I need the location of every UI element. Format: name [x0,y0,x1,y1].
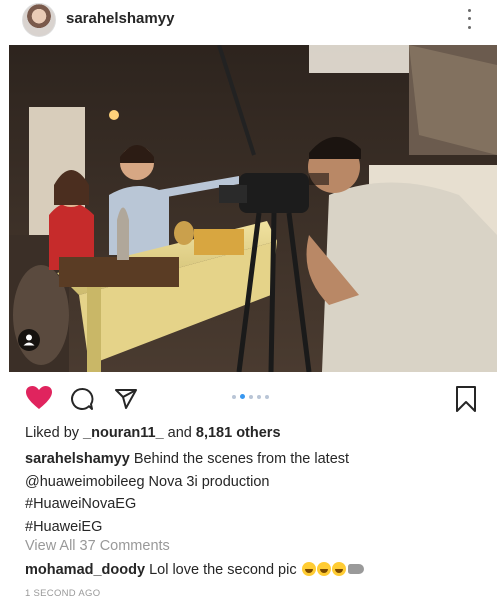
carousel-dot-active [240,394,245,399]
heart-icon[interactable] [25,385,53,411]
post-username[interactable]: sarahelshamyy [66,10,174,27]
carousel-indicator [232,394,269,399]
carousel-dot [257,394,261,399]
liker-username[interactable]: _nouran11_ [83,425,164,441]
post-header: sarahelshamyy [0,0,500,42]
caption-author[interactable]: sarahelshamyy [25,451,130,467]
likes-middle: and [163,425,196,441]
pointing-hand-icon [347,564,364,574]
carousel-dot [249,394,253,399]
likes-count[interactable]: 8,181 others [196,425,281,441]
carousel-dot [232,394,236,399]
laughing-emoji-icon [316,562,331,576]
caption-hashtag[interactable]: #HuaweiEG [25,516,480,539]
post-caption: sarahelshamyy Behind the scenes from the… [25,448,480,538]
laughing-emoji-icon [301,562,316,576]
save-icon[interactable] [455,385,477,413]
photo-scene [9,45,497,372]
laughing-emoji-icon [331,562,346,576]
profile-tag-icon[interactable] [18,329,40,351]
comment-text: Lol love the second pic [145,562,297,578]
comment-row: mohamad_doody Lol love the second pic [25,562,364,578]
carousel-dot [265,394,269,399]
caption-mention[interactable]: @huaweimobileeg Nova 3i production [25,471,480,494]
view-all-comments-link[interactable]: View All 37 Comments [25,538,170,554]
caption-text: Behind the scenes from the latest [129,451,350,467]
post-timestamp: 1 SECOND AGO [25,588,101,599]
post-photo[interactable] [9,45,497,372]
likes-prefix: Liked by [25,425,84,441]
comment-author[interactable]: mohamad_doody [25,562,145,578]
likes-summary[interactable]: Liked by _nouran11_ and 8,181 others [25,425,281,441]
instagram-post: sarahelshamyy Liked by _nouran11_ and 8,… [0,0,500,600]
comment-icon[interactable] [70,387,94,411]
caption-hashtag[interactable]: #HuaweiNovaEG [25,493,480,516]
more-icon[interactable] [463,6,475,32]
share-icon[interactable] [114,387,138,411]
avatar[interactable] [22,3,56,37]
